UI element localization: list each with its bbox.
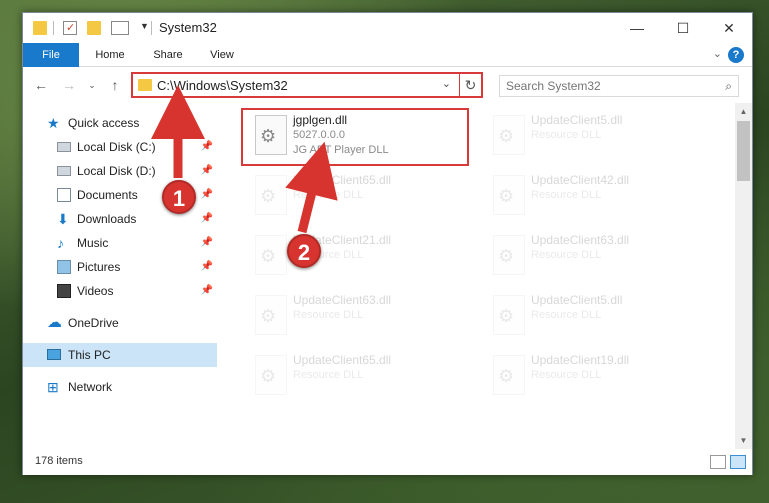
annotation-overlay	[151, 85, 338, 234]
step-1-badge: 1	[162, 180, 196, 214]
step-2-badge: 2	[287, 234, 321, 268]
arrow-step-2	[285, 141, 338, 234]
